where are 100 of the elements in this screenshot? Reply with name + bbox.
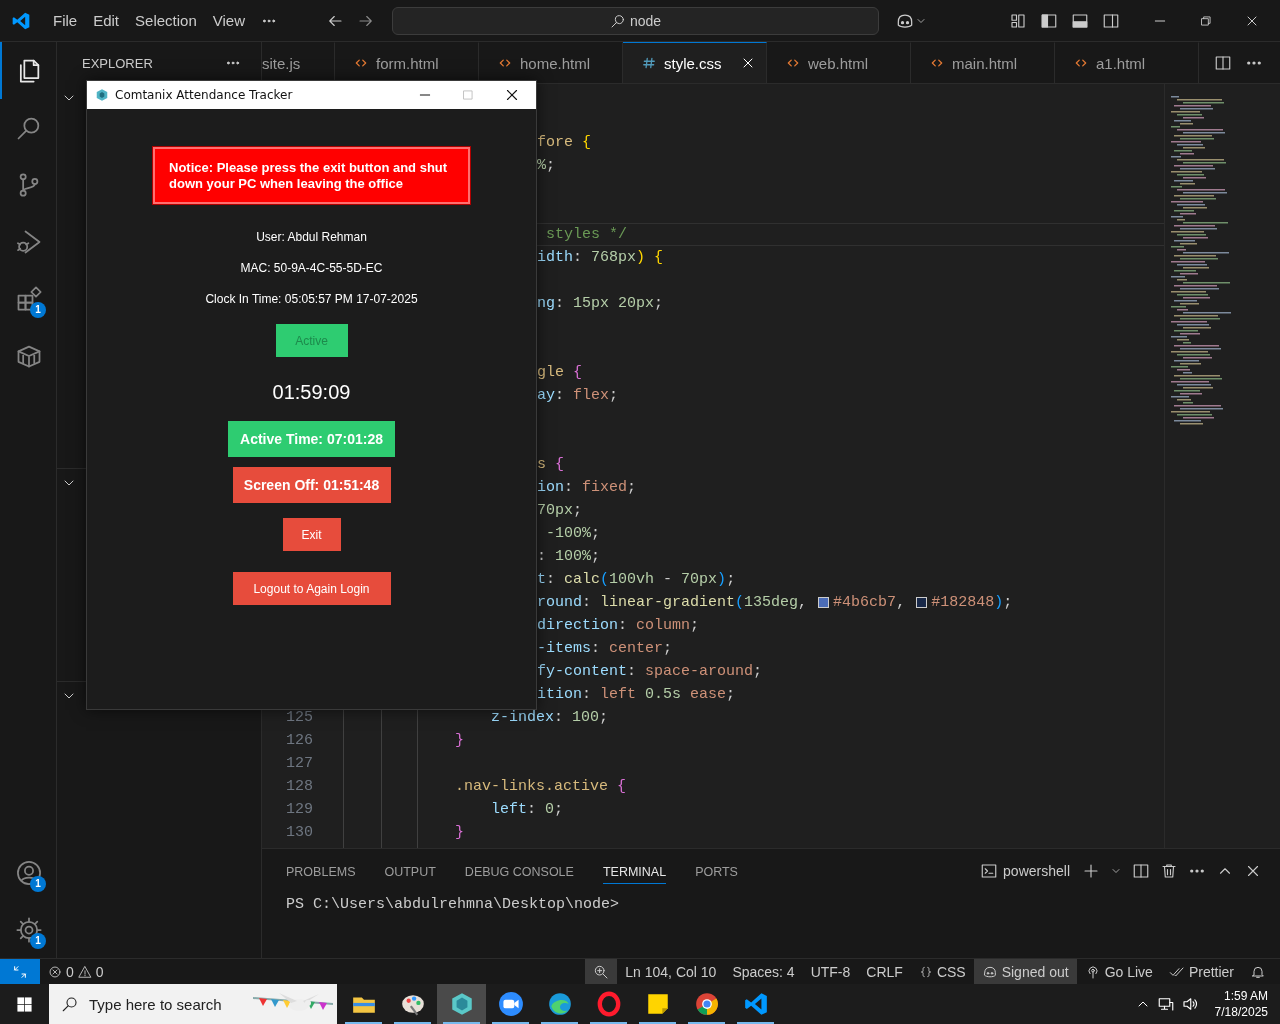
prettier-status[interactable]: Prettier [1160,959,1242,984]
line-number: 130 [286,824,313,841]
braces-icon [918,964,933,979]
code-line: t: calc(100vh - 70px); [537,571,736,588]
code-brackets-icon [930,56,944,70]
account-icon [15,858,43,887]
activity-item[interactable]: 1 [0,901,56,958]
hash-icon [642,56,656,70]
terminal-icon [980,862,999,880]
trash-icon[interactable] [1160,862,1178,880]
line-number: 129 [286,801,313,818]
line-number: 126 [286,732,313,749]
start-icon[interactable] [16,995,33,1013]
code-line: ition: left 0.5s ease; [537,686,736,703]
line-number: 125 [286,709,313,726]
app-icon [95,88,109,102]
code-line: -100%; [545,525,601,542]
panel-tab[interactable]: DEBUG CONSOLE [464,858,574,884]
logout-button[interactable]: Logout to Again Login [232,572,391,605]
panel-tab[interactable]: TERMINAL [602,858,667,884]
search-icon [61,995,79,1013]
panel-tab[interactable]: OUTPUT [384,858,436,884]
menu-item[interactable]: Edit [85,12,128,29]
code-line: gle { [537,364,583,381]
code-line: fy-content: space-around; [537,663,763,680]
window-title: Comtanix Attendance Tracker [115,88,294,102]
zoom-status[interactable] [585,959,618,984]
indentation-status[interactable]: Spaces: 4 [724,959,803,984]
layout-grid-icon[interactable] [1009,11,1027,30]
code-line: s { [537,456,565,473]
activity-item[interactable]: 1 [0,270,56,327]
mac-label: MAC: 50-9A-4C-55-5D-EC [240,261,383,275]
sidebar-title: EXPLORER [82,55,153,71]
code-line: direction: column; [537,617,700,634]
video-app-icon [497,991,524,1017]
line-number: 128 [286,778,313,795]
code-brackets-icon [1074,56,1088,70]
zoom-in-icon [593,963,610,980]
terminal-selector[interactable]: powershell [980,862,1070,880]
speaker-icon[interactable] [1180,995,1199,1013]
editor-tab[interactable]: web.html [767,42,911,83]
panel-tab[interactable]: PROBLEMS [286,858,356,884]
split-editor-icon[interactable] [1214,53,1232,72]
code-brackets-icon [354,56,368,70]
cursor-position[interactable]: Ln 104, Col 10 [617,959,725,984]
encoding-status[interactable]: UTF-8 [802,959,859,984]
settings-icon [15,915,43,944]
timer: 01:59:09 [272,380,351,404]
line-ending-status[interactable]: CRLF [858,959,911,984]
active-time-display: Active Time: 07:01:28 [228,421,395,457]
extensions-icon [15,284,43,313]
split-terminal-icon[interactable] [1132,862,1150,880]
bottom-panel-icon[interactable] [1071,11,1089,30]
code-line: ng: 15px 20px; [537,295,664,312]
menu-item[interactable]: Selection [127,12,205,29]
taskbar-search-field[interactable]: Type here to search [49,984,337,1024]
line-number: 127 [286,755,313,772]
code-line: ay: flex; [537,387,619,404]
search-field[interactable]: node [392,6,879,35]
notification-badge: 1 [30,933,46,949]
code-line: idth: 768px) { [537,249,664,266]
language-status[interactable]: CSS [910,959,974,984]
restore-icon[interactable] [1199,13,1213,28]
code-line: -items: center; [537,640,673,657]
code-line: 70px; [537,502,583,519]
notification-badge: 1 [30,302,46,318]
go-live-button[interactable]: Go Live [1076,959,1161,984]
editor-tab[interactable]: a1.html [1055,42,1199,83]
code-line: round: linear-gradient(135deg, #4b6cb7, #182848); [537,594,1013,611]
activity-item[interactable]: 1 [0,844,56,901]
panel-tab[interactable]: PORTS [695,858,738,884]
terminal-prompt: PS C:\Users\abdulrehmna\Desktop\node> [285,895,621,913]
left-sidebar-icon[interactable] [1040,11,1058,30]
menu-item[interactable]: File [45,12,86,29]
notice-banner: Notice: Please press the exit button and shut down your PC when leaving the office [153,147,470,204]
editor-tab[interactable]: main.html [911,42,1055,83]
code-line: styles */ [545,226,627,243]
problems-status[interactable]: 0 0 [40,959,112,984]
remote-icon [12,963,28,980]
user-label: User: Abdul Rehman [256,230,367,244]
code-line: z-index: 100; [491,709,609,726]
exit-button[interactable]: Exit [282,518,341,551]
account-status[interactable]: Signed out [973,959,1077,984]
code-line: %; [537,157,556,174]
menu-item[interactable]: View [204,12,253,29]
clock[interactable]: 1:59 AM 7/18/2025 [1214,988,1268,1020]
clock-in-label: Clock In Time: 05:05:57 PM 17-07-2025 [205,292,418,306]
code-line: left: 0; [491,801,564,818]
right-sidebar-icon[interactable] [1102,11,1120,30]
network-icon[interactable] [1156,995,1175,1013]
code-line: ion: fixed; [537,479,637,496]
screen-off-display: Screen Off: 01:51:48 [232,467,391,503]
code-line: fore { [537,134,592,151]
notification-badge: 1 [30,876,46,892]
code-brackets-icon [786,56,800,70]
error-icon [48,964,62,979]
code-line: } [455,732,464,749]
editor-tab[interactable]: style.css [623,42,767,83]
code-line: } [455,824,464,841]
plus-icon[interactable] [1082,862,1100,880]
